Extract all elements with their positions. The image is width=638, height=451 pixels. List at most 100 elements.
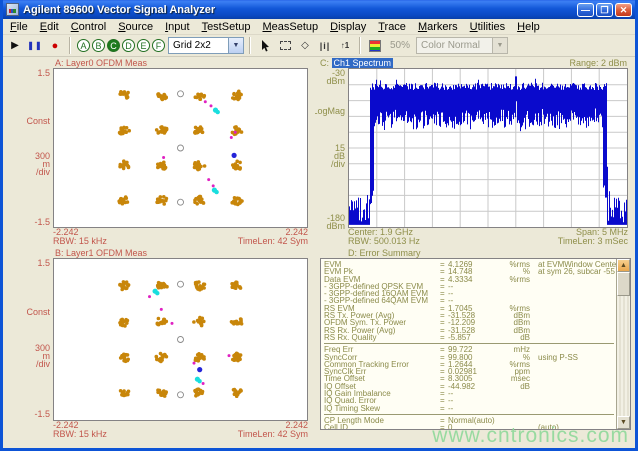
selection-box-icon	[280, 41, 291, 50]
pointer-tool-button[interactable]	[256, 37, 274, 54]
color-mode-value: Color Normal	[421, 40, 480, 51]
metric-value: 0	[448, 424, 496, 429]
toolbar-separator	[249, 37, 251, 54]
peak-search-button[interactable]: ↑1	[336, 37, 354, 54]
panel-c-spectrum[interactable]: C: Ch1 Spectrum Range: 2 dBm -30 dBm Log…	[315, 58, 635, 248]
panel-b-title[interactable]: B: Layer1 OFDM Meas	[3, 248, 315, 258]
panel-b-layer1-ofdm[interactable]: B: Layer1 OFDM Meas 1.5 Const 300 m /div…	[3, 248, 315, 448]
metric-label: RS Rx. Quality	[324, 334, 440, 342]
menu-item-control[interactable]: Control	[65, 20, 112, 34]
band-marker-button[interactable]: |i|	[316, 37, 334, 54]
panel-c-plot[interactable]	[348, 68, 628, 228]
trace-format-label: Const	[26, 117, 50, 125]
menu-item-file[interactable]: File	[4, 20, 34, 34]
grid-layout-select[interactable]: Grid 2x2 ▼	[168, 37, 244, 54]
timelen-label: TimeLen: 42 Sym	[238, 430, 308, 439]
menu-item-source[interactable]: Source	[112, 20, 159, 34]
menu-item-testsetup[interactable]: TestSetup	[196, 20, 257, 34]
scroll-down-button[interactable]: ▼	[617, 416, 630, 429]
toolbar-separator	[69, 37, 71, 54]
trace-button-b[interactable]: B	[92, 39, 105, 52]
panel-c-title-prefix: C:	[320, 58, 329, 68]
play-button[interactable]: ▶	[6, 37, 24, 54]
metric-unit	[496, 405, 530, 413]
cursor-icon	[261, 40, 270, 52]
menu-item-meassetup[interactable]: MeasSetup	[256, 20, 324, 34]
grid-layout-value: Grid 2x2	[173, 40, 211, 51]
y-scale-label: 300 m /div	[35, 344, 50, 368]
record-button[interactable]: ●	[46, 37, 64, 54]
trace-button-c[interactable]: C	[107, 39, 120, 52]
menu-item-display[interactable]: Display	[324, 20, 372, 34]
diamond-marker-icon: ◇	[301, 40, 309, 51]
y-max-label: 1.5	[37, 69, 50, 77]
summary-row: RS Rx. Quality=-5.857dB	[324, 334, 616, 341]
rbw-label: RBW: 15 kHz	[53, 430, 107, 439]
scrollbar-thumb[interactable]	[617, 272, 630, 296]
peak-search-icon: ↑1	[341, 41, 349, 50]
y-min-label: -1.5	[34, 218, 50, 226]
spectrum-chart	[349, 69, 627, 227]
panel-a-title[interactable]: A: Layer0 OFDM Meas	[3, 58, 315, 68]
marker-tool-button[interactable]: ◇	[296, 37, 314, 54]
constellation-a-chart	[54, 69, 307, 227]
metric-extra: (auto)	[530, 424, 616, 429]
panel-b-plot[interactable]	[53, 258, 308, 421]
zoom-level-value: 50%	[386, 40, 414, 51]
panel-a-y-axis: 1.5 Const 300 m /div -1.5	[3, 68, 53, 228]
trace-format-label: Const	[26, 308, 50, 316]
panel-d-title[interactable]: D: Error Summary	[315, 248, 635, 258]
metric-label: Cell ID	[324, 424, 440, 429]
minimize-button[interactable]: —	[577, 3, 594, 17]
menu-item-edit[interactable]: Edit	[34, 20, 65, 34]
panel-c-y-axis: -30 dBm LogMag 15 dB /div -180 dBm	[315, 68, 348, 228]
menu-item-markers[interactable]: Markers	[412, 20, 464, 34]
color-scale-button[interactable]	[366, 37, 384, 54]
chevron-down-icon[interactable]: ▼	[228, 38, 243, 53]
chevron-down-icon: ▼	[492, 38, 507, 53]
maximize-button[interactable]: ❐	[596, 3, 613, 17]
panel-a-plot[interactable]	[53, 68, 308, 228]
window-title: Agilent 89600 Vector Signal Analyzer	[23, 4, 575, 16]
y-scale-label: 15 dB /div	[331, 144, 345, 168]
app-window: Agilent 89600 Vector Signal Analyzer — ❐…	[0, 0, 638, 451]
trace-button-f[interactable]: F	[152, 39, 165, 52]
metric-extra	[530, 405, 616, 413]
rbw-label: RBW: 500.013 Hz	[348, 237, 420, 246]
timelen-label: TimeLen: 3 mSec	[558, 237, 628, 246]
panel-c-title-selected[interactable]: Ch1 Spectrum	[332, 58, 394, 68]
menu-item-utilities[interactable]: Utilities	[464, 20, 511, 34]
menu-item-trace[interactable]: Trace	[372, 20, 412, 34]
menu-bar: FileEditControlSourceInputTestSetupMeasS…	[3, 19, 635, 35]
close-button[interactable]: ✕	[615, 3, 632, 17]
menu-item-input[interactable]: Input	[159, 20, 195, 34]
metric-value: --	[448, 405, 496, 413]
summary-row: IQ Timing Skew=--	[324, 405, 616, 412]
title-bar[interactable]: Agilent 89600 Vector Signal Analyzer — ❐…	[3, 0, 635, 19]
metric-unit	[496, 424, 530, 429]
record-icon: ●	[52, 40, 59, 52]
y-min-label: -180 dBm	[326, 214, 345, 230]
color-mode-select[interactable]: Color Normal ▼	[416, 37, 508, 54]
toolbar-separator	[359, 37, 361, 54]
scroll-up-button[interactable]: ▲	[617, 259, 630, 272]
rbw-label: RBW: 15 kHz	[53, 237, 107, 246]
metric-extra	[530, 334, 616, 342]
vertical-scrollbar[interactable]: ▲ ▼	[616, 259, 630, 429]
panel-a-layer0-ofdm[interactable]: A: Layer0 OFDM Meas 1.5 Const 300 m /div…	[3, 58, 315, 248]
error-summary-table: EVM=4.1269%rmsat EVMWindow CenterEVM Pk=…	[321, 259, 616, 429]
pause-button[interactable]: ❚❚	[26, 37, 44, 54]
trace-button-d[interactable]: D	[122, 39, 135, 52]
metric-label: IQ Timing Skew	[324, 405, 440, 413]
trace-button-e[interactable]: E	[137, 39, 150, 52]
metric-unit: dB	[496, 334, 530, 342]
menu-item-help[interactable]: Help	[511, 20, 546, 34]
pause-icon: ❚❚	[27, 41, 42, 50]
y-max-label: 1.5	[37, 259, 50, 267]
zoom-select-tool-button[interactable]	[276, 37, 294, 54]
metric-value: -5.857	[448, 334, 496, 342]
panel-d-error-summary[interactable]: D: Error Summary EVM=4.1269%rmsat EVMWin…	[315, 248, 635, 448]
trace-button-a[interactable]: A	[77, 39, 90, 52]
summary-row: Cell ID=0(auto)	[324, 424, 616, 429]
y-min-label: -1.5	[34, 410, 50, 418]
